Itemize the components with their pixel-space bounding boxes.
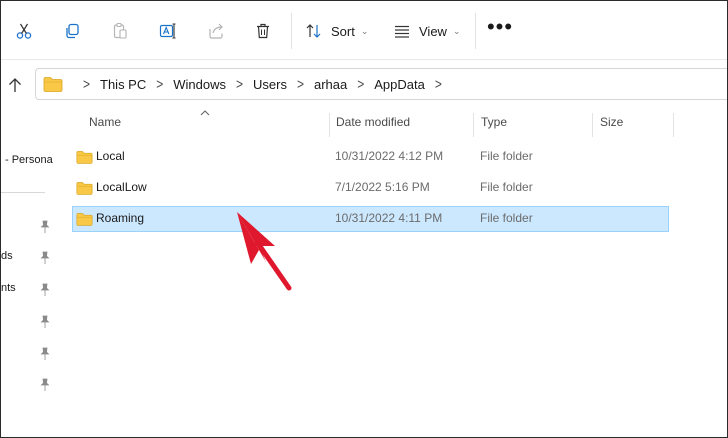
column-divider[interactable] bbox=[329, 113, 330, 137]
folder-icon bbox=[76, 182, 93, 195]
file-type: File folder bbox=[480, 149, 533, 163]
paste-button[interactable] bbox=[105, 15, 135, 47]
file-date-modified: 10/31/2022 4:11 PM bbox=[335, 211, 443, 225]
trash-icon bbox=[257, 23, 269, 39]
delete-button[interactable] bbox=[248, 15, 278, 47]
breadcrumb-chevron[interactable]: > bbox=[435, 76, 442, 93]
column-header-type[interactable]: Type bbox=[481, 115, 507, 139]
file-name: Local bbox=[96, 149, 125, 163]
chevron-down-icon: ⌄ bbox=[360, 25, 369, 36]
pin-icon bbox=[40, 315, 50, 328]
column-header-name[interactable]: Name bbox=[89, 115, 121, 139]
nav-separator bbox=[1, 192, 45, 193]
breadcrumb-chevron[interactable]: > bbox=[236, 76, 243, 93]
sort-arrows-icon bbox=[306, 24, 321, 38]
folder-icon bbox=[76, 213, 93, 226]
toolbar-separator bbox=[475, 13, 476, 49]
folder-icon bbox=[43, 77, 63, 92]
breadcrumb-chevron[interactable]: > bbox=[297, 76, 304, 93]
column-header-size[interactable]: Size bbox=[600, 115, 623, 139]
file-date-modified: 10/31/2022 4:12 PM bbox=[335, 149, 444, 163]
sort-button[interactable]: Sort ⌄ bbox=[301, 15, 377, 47]
breadcrumb-chevron[interactable]: > bbox=[83, 76, 90, 93]
share-icon bbox=[209, 23, 223, 39]
file-type: File folder bbox=[480, 180, 533, 194]
command-bar: Sort ⌄ View ⌄ ••• bbox=[1, 1, 727, 59]
breadcrumb-appdata[interactable]: AppData bbox=[374, 77, 425, 92]
pin-icon bbox=[40, 283, 50, 296]
file-name: Roaming bbox=[96, 211, 145, 225]
up-button[interactable] bbox=[5, 73, 25, 97]
file-explorer-window: Sort ⌄ View ⌄ ••• > This PC > Windows > … bbox=[0, 0, 728, 438]
pin-icon bbox=[40, 347, 50, 360]
breadcrumb-windows[interactable]: Windows bbox=[173, 77, 226, 92]
file-name: LocalLow bbox=[96, 180, 147, 194]
toolbar-divider bbox=[1, 59, 727, 60]
rename-icon bbox=[159, 23, 176, 39]
column-divider[interactable] bbox=[473, 113, 474, 137]
sort-ascending-icon bbox=[200, 110, 210, 116]
view-lines-icon bbox=[395, 25, 409, 38]
breadcrumb-chevron[interactable]: > bbox=[156, 76, 163, 93]
arrow-up-icon bbox=[9, 78, 21, 92]
column-divider[interactable] bbox=[592, 113, 593, 137]
pin-icon bbox=[40, 378, 50, 391]
column-divider[interactable] bbox=[673, 113, 674, 137]
file-row[interactable]: Local 10/31/2022 4:12 PM File folder bbox=[72, 144, 669, 170]
chevron-down-icon: ⌄ bbox=[452, 25, 461, 36]
folder-icon bbox=[76, 151, 93, 164]
nav-item-onedrive-personal[interactable]: - Persona bbox=[5, 154, 53, 166]
file-row-selected[interactable]: Roaming 10/31/2022 4:11 PM File folder bbox=[72, 206, 669, 232]
nav-item-downloads[interactable]: ds bbox=[1, 250, 13, 262]
copy-button[interactable] bbox=[57, 15, 87, 47]
pin-icon bbox=[40, 251, 50, 264]
share-button[interactable] bbox=[201, 15, 231, 47]
address-bar[interactable]: > This PC > Windows > Users > arhaa > Ap… bbox=[35, 68, 727, 100]
nav-item-documents[interactable]: nts bbox=[1, 282, 16, 294]
sort-label: Sort bbox=[331, 23, 355, 39]
toolbar-separator bbox=[291, 13, 292, 49]
breadcrumb-this-pc[interactable]: This PC bbox=[100, 77, 146, 92]
annotation-arrow-icon bbox=[237, 212, 292, 291]
file-date-modified: 7/1/2022 5:16 PM bbox=[335, 180, 430, 194]
rename-button[interactable] bbox=[153, 15, 183, 47]
cut-button[interactable] bbox=[9, 15, 39, 47]
breadcrumb-arhaa[interactable]: arhaa bbox=[314, 77, 347, 92]
file-type: File folder bbox=[480, 211, 533, 225]
more-options-button[interactable]: ••• bbox=[483, 15, 517, 47]
breadcrumb-users[interactable]: Users bbox=[253, 77, 287, 92]
breadcrumb-chevron[interactable]: > bbox=[357, 76, 364, 93]
pin-icon bbox=[40, 220, 50, 233]
copy-icon bbox=[66, 23, 79, 39]
view-label: View bbox=[419, 23, 447, 39]
clipboard-icon bbox=[113, 22, 127, 39]
navigation-pane: - Persona ds nts bbox=[1, 101, 59, 437]
view-button[interactable]: View ⌄ bbox=[389, 15, 469, 47]
scissors-icon bbox=[16, 23, 32, 39]
file-row[interactable]: LocalLow 7/1/2022 5:16 PM File folder bbox=[72, 175, 669, 201]
column-header-date-modified[interactable]: Date modified bbox=[336, 115, 410, 139]
more-icon: ••• bbox=[486, 14, 514, 39]
